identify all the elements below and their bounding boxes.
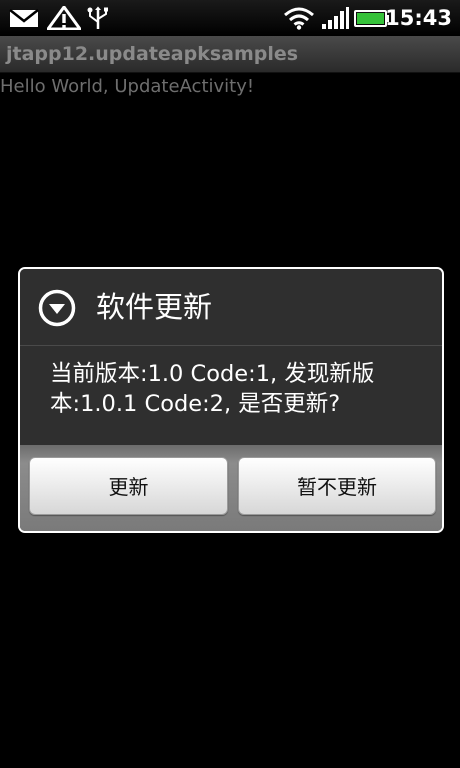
not-now-button[interactable]: 暂不更新 bbox=[238, 457, 436, 515]
screen: 15:43 jtapp12.updateapksamples Hello Wor… bbox=[0, 0, 460, 768]
hello-text: Hello World, UpdateActivity! bbox=[0, 76, 255, 97]
signal-icon bbox=[322, 7, 349, 29]
dialog-message: 当前版本:1.0 Code:1, 发现新版本:1.0.1 Code:2, 是否更… bbox=[50, 361, 375, 417]
info-arrow-icon bbox=[38, 289, 76, 327]
app-title: jtapp12.updateapksamples bbox=[6, 43, 299, 65]
usb-icon bbox=[87, 6, 108, 29]
wifi-icon bbox=[284, 7, 314, 30]
warning-icon bbox=[47, 6, 81, 30]
update-dialog: 软件更新 当前版本:1.0 Code:1, 发现新版本:1.0.1 Code:2… bbox=[18, 267, 444, 533]
status-bar: 15:43 bbox=[0, 0, 460, 36]
update-button[interactable]: 更新 bbox=[29, 457, 228, 515]
status-time: 15:43 bbox=[385, 6, 452, 30]
dialog-title: 软件更新 bbox=[96, 290, 213, 324]
dialog-header: 软件更新 bbox=[20, 269, 442, 346]
app-title-bar: jtapp12.updateapksamples bbox=[0, 36, 460, 73]
mail-icon bbox=[9, 9, 39, 27]
dialog-button-bar: 更新 暂不更新 bbox=[20, 445, 442, 531]
